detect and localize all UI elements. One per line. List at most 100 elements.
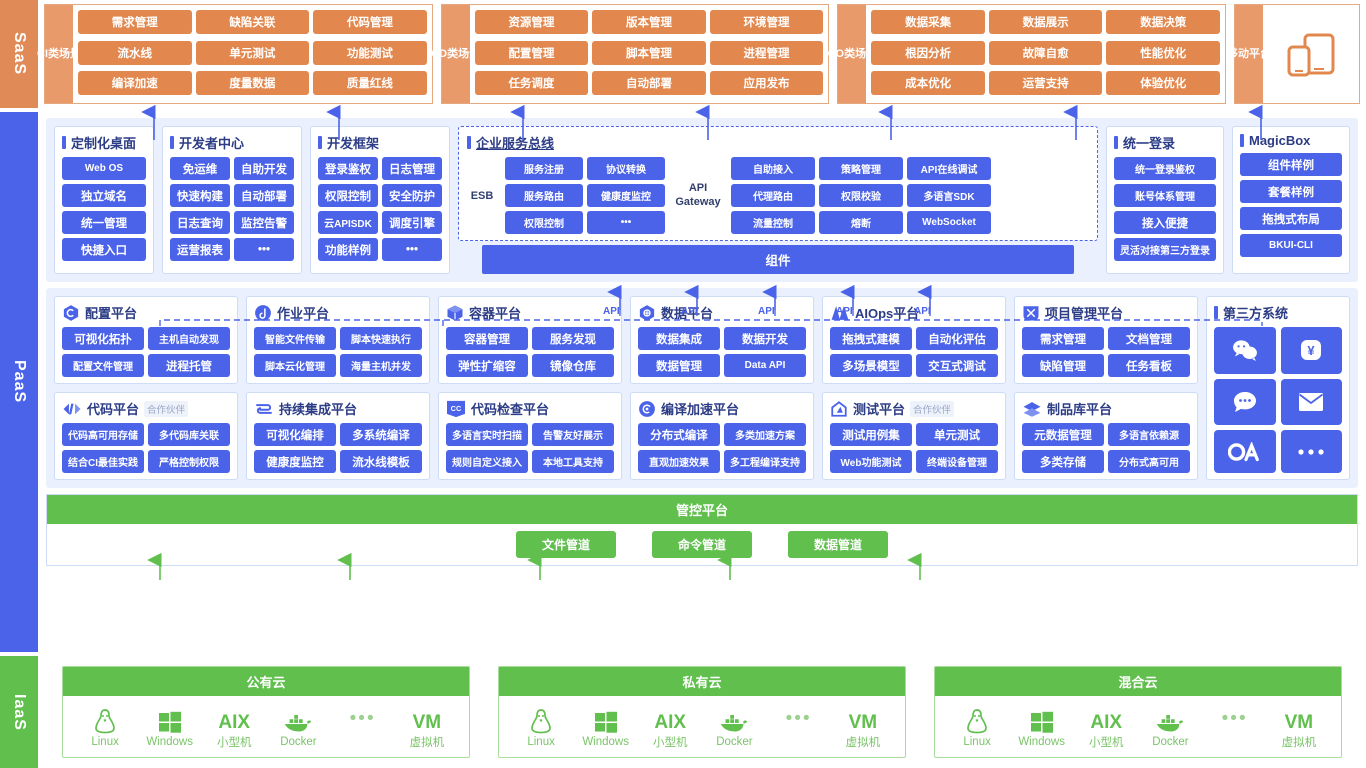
- pipeline-chip[interactable]: 数据管道: [788, 531, 889, 558]
- feature-chip[interactable]: 海量主机并发: [340, 354, 422, 377]
- feature-chip[interactable]: 监控告警: [234, 211, 294, 234]
- feature-chip[interactable]: 拖拽式建模: [830, 327, 912, 350]
- feature-chip[interactable]: 代码高可用存储: [62, 423, 144, 446]
- feature-chip[interactable]: 单元测试: [916, 423, 998, 446]
- os-item-windows-icon[interactable]: Windows: [146, 706, 193, 748]
- feature-chip[interactable]: 分布式编译: [638, 423, 720, 446]
- pipeline-chip[interactable]: 命令管道: [651, 531, 752, 558]
- feature-chip[interactable]: 可视化编排: [254, 423, 336, 446]
- gateway-chip[interactable]: 代理路由: [731, 184, 815, 207]
- esb-chip[interactable]: •••: [587, 211, 665, 234]
- feature-chip[interactable]: 运营报表: [170, 238, 230, 261]
- os-item-docker-whale-icon[interactable]: Docker: [1147, 706, 1193, 748]
- feature-chip[interactable]: 数据管理: [638, 354, 720, 377]
- scene-cell[interactable]: 需求管理: [78, 10, 192, 34]
- os-item-docker-whale-icon[interactable]: Docker: [275, 706, 321, 748]
- scene-cell[interactable]: 缺陷关联: [195, 10, 310, 34]
- feature-chip[interactable]: 直观加速效果: [638, 450, 720, 473]
- esb-chip[interactable]: 服务注册: [505, 157, 583, 180]
- feature-chip[interactable]: 权限控制: [318, 184, 378, 207]
- os-item-aix-text-icon[interactable]: AIX 小型机: [647, 704, 693, 750]
- feature-chip[interactable]: 日志查询: [170, 211, 230, 234]
- scene-cell[interactable]: 数据采集: [871, 10, 985, 34]
- feature-chip[interactable]: 自动部署: [234, 184, 294, 207]
- feature-chip[interactable]: 日志管理: [382, 157, 442, 180]
- feature-chip[interactable]: 云APISDK: [318, 211, 378, 234]
- feature-chip[interactable]: Web功能测试: [830, 450, 912, 473]
- feature-chip[interactable]: 元数据管理: [1022, 423, 1104, 446]
- feature-chip[interactable]: 分布式高可用: [1108, 450, 1190, 473]
- feature-chip[interactable]: 脚本快速执行: [340, 327, 422, 350]
- os-item-more-dots-icon[interactable]: •••: [1212, 708, 1258, 742]
- feature-chip[interactable]: 智能文件传输: [254, 327, 336, 350]
- feature-chip[interactable]: 服务发现: [532, 327, 614, 350]
- feature-chip[interactable]: 规则自定义接入: [446, 450, 528, 473]
- feature-chip[interactable]: 配置文件管理: [62, 354, 144, 377]
- scene-cell[interactable]: 成本优化: [871, 71, 985, 96]
- scene-cell[interactable]: 环境管理: [709, 10, 824, 34]
- feature-chip[interactable]: 接入便捷: [1114, 211, 1216, 234]
- gateway-chip[interactable]: 流量控制: [731, 211, 815, 234]
- esb-chip[interactable]: 健康度监控: [587, 184, 665, 207]
- scene-cell[interactable]: 配置管理: [474, 40, 589, 65]
- feature-chip[interactable]: 告警友好展示: [532, 423, 614, 446]
- feature-chip[interactable]: •••: [382, 238, 442, 261]
- feature-chip[interactable]: 免运维: [170, 157, 230, 180]
- chat-bubble-icon[interactable]: [1214, 378, 1276, 426]
- feature-chip[interactable]: 自动化评估: [916, 327, 998, 350]
- scene-cell[interactable]: 脚本管理: [592, 40, 706, 65]
- feature-chip[interactable]: 统一登录鉴权: [1114, 157, 1216, 180]
- feature-chip[interactable]: 可视化拓扑: [62, 327, 144, 350]
- scene-cell[interactable]: 质量红线: [313, 71, 427, 96]
- os-item-windows-icon[interactable]: Windows: [1018, 706, 1065, 748]
- feature-chip[interactable]: 测试用例集: [830, 423, 912, 446]
- esb-chip[interactable]: 协议转换: [587, 157, 665, 180]
- component-bar[interactable]: 组件: [482, 245, 1074, 274]
- feature-chip[interactable]: 灵活对接第三方登录: [1114, 238, 1216, 261]
- scene-cell[interactable]: 代码管理: [313, 10, 427, 34]
- scene-cell[interactable]: 性能优化: [1106, 40, 1220, 65]
- feature-chip[interactable]: Data API: [724, 354, 806, 377]
- feature-chip[interactable]: 流水线模板: [340, 450, 422, 473]
- scene-cell[interactable]: 自动部署: [592, 71, 706, 96]
- scene-cell[interactable]: 功能测试: [313, 40, 427, 65]
- scene-cell[interactable]: 应用发布: [709, 71, 824, 96]
- gateway-chip[interactable]: 权限校验: [819, 184, 903, 207]
- feature-chip[interactable]: 登录鉴权: [318, 157, 378, 180]
- scene-cell[interactable]: 版本管理: [592, 10, 706, 34]
- feature-chip[interactable]: 功能样例: [318, 238, 378, 261]
- feature-chip[interactable]: 任务看板: [1108, 354, 1190, 377]
- feature-chip[interactable]: 数据开发: [724, 327, 806, 350]
- esb-chip[interactable]: 权限控制: [505, 211, 583, 234]
- feature-chip[interactable]: 交互式调试: [916, 354, 998, 377]
- feature-chip[interactable]: 镜像仓库: [532, 354, 614, 377]
- feature-chip[interactable]: 终端设备管理: [916, 450, 998, 473]
- feature-chip[interactable]: 主机自动发现: [148, 327, 230, 350]
- feature-chip[interactable]: 数据集成: [638, 327, 720, 350]
- gateway-chip[interactable]: 熔断: [819, 211, 903, 234]
- feature-chip[interactable]: 组件样例: [1240, 153, 1342, 176]
- scene-cell[interactable]: 运营支持: [988, 71, 1103, 96]
- feature-chip[interactable]: 统一管理: [62, 211, 146, 234]
- os-item-aix-text-icon[interactable]: AIX 小型机: [211, 704, 257, 750]
- gateway-chip[interactable]: WebSocket: [907, 211, 991, 234]
- feature-chip[interactable]: 拖拽式布局: [1240, 207, 1342, 230]
- scene-cell[interactable]: 数据展示: [988, 10, 1103, 34]
- os-item-vm-text-icon[interactable]: VM 虚拟机: [404, 704, 450, 750]
- feature-chip[interactable]: •••: [234, 238, 294, 261]
- esb-chip[interactable]: 服务路由: [505, 184, 583, 207]
- os-item-docker-whale-icon[interactable]: Docker: [711, 706, 757, 748]
- feature-chip[interactable]: 自助开发: [234, 157, 294, 180]
- scene-cell[interactable]: 任务调度: [474, 71, 589, 96]
- os-item-linux-penguin-icon[interactable]: Linux: [518, 706, 564, 748]
- feature-chip[interactable]: 调度引擎: [382, 211, 442, 234]
- feature-chip[interactable]: 多工程编译支持: [724, 450, 806, 473]
- scene-cell[interactable]: 资源管理: [474, 10, 589, 34]
- feature-chip[interactable]: 进程托管: [148, 354, 230, 377]
- os-item-more-dots-icon[interactable]: •••: [340, 708, 386, 742]
- os-item-aix-text-icon[interactable]: AIX 小型机: [1083, 704, 1129, 750]
- feature-chip[interactable]: 文档管理: [1108, 327, 1190, 350]
- feature-chip[interactable]: 本地工具支持: [532, 450, 614, 473]
- feature-chip[interactable]: 结合CI最佳实践: [62, 450, 144, 473]
- feature-chip[interactable]: 快速构建: [170, 184, 230, 207]
